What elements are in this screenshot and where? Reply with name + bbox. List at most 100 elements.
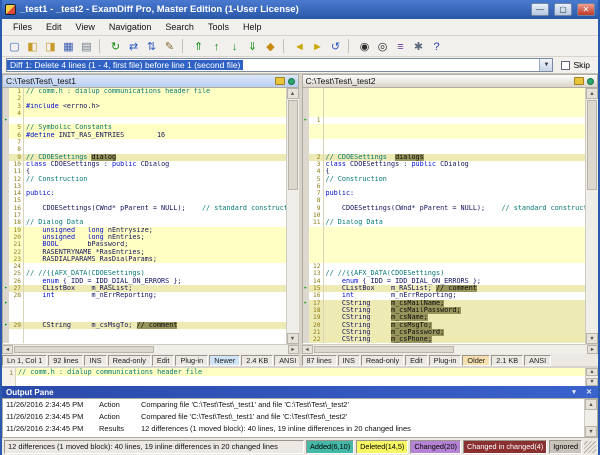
output-row[interactable]: 11/26/2016 2:34:45 PMActionCompared file… [3, 411, 584, 423]
scroll-up-icon[interactable]: ▲ [586, 368, 598, 376]
right-code-area[interactable]: ▸1 2// CDOESettings dialogs3class CDOESet… [302, 88, 586, 344]
folder-icon[interactable] [574, 77, 584, 85]
code-line[interactable]: 5// Symbolic Constants [3, 124, 286, 131]
scroll-up-icon[interactable]: ▲ [287, 88, 299, 99]
code-line[interactable]: 20 unsigned long nEntries; [3, 234, 286, 241]
close-icon[interactable]: ✕ [584, 388, 594, 396]
help-icon[interactable]: ? [428, 38, 445, 55]
recompare-icon[interactable]: ↻ [107, 38, 124, 55]
pin-icon[interactable]: ▾ [569, 388, 579, 396]
code-line[interactable]: 28 int m_nErrReporting; [3, 292, 286, 299]
scroll-left-icon[interactable]: ◄ [2, 345, 13, 354]
code-line[interactable]: 2 [3, 95, 286, 102]
code-line[interactable] [303, 132, 586, 139]
code-line[interactable]: 23 RASDIALPARAMS RasDialParams; [3, 256, 286, 263]
scroll-up-icon[interactable]: ▲ [586, 88, 598, 99]
scroll-up-icon[interactable]: ▲ [585, 399, 597, 410]
code-line[interactable]: 26 enum { IDD = IDD_DIAL_ON_ERRORS }; [3, 278, 286, 285]
current-diff-icon[interactable]: ◆ [262, 38, 279, 55]
menu-files[interactable]: Files [6, 20, 39, 34]
scroll-down-icon[interactable]: ▼ [585, 426, 597, 437]
code-line[interactable] [303, 249, 586, 256]
menu-search[interactable]: Search [158, 20, 201, 34]
sync-scroll-icon[interactable]: ⇅ [143, 38, 160, 55]
code-line[interactable]: 6#define INIT_RAS_ENTRIES 16 [3, 132, 286, 139]
code-line[interactable]: 11{ [3, 168, 286, 175]
code-line[interactable] [303, 227, 586, 234]
code-line[interactable]: 20 CString m_csMsgTo; [303, 322, 586, 329]
code-line[interactable]: ▸17 CString m_csMailName; [303, 300, 586, 307]
scroll-down-icon[interactable]: ▼ [287, 333, 299, 344]
code-line[interactable] [303, 124, 586, 131]
menu-tools[interactable]: Tools [201, 20, 236, 34]
right-horizontal-scrollbar[interactable]: ◄ ► [302, 344, 599, 354]
menu-view[interactable]: View [69, 20, 102, 34]
code-line[interactable]: 21 CString m_csPassword; [303, 329, 586, 336]
code-line[interactable]: 16 int m_nErrReporting; [303, 292, 586, 299]
scroll-down-icon[interactable]: ▼ [586, 333, 598, 344]
print-icon[interactable]: ▤ [78, 38, 95, 55]
code-line[interactable]: 16 CDOESettings(CWnd* pParent = NULL); /… [3, 205, 286, 212]
left-hscroll-thumb[interactable] [14, 346, 154, 353]
code-line[interactable]: 19 CString m_csName; [303, 314, 586, 321]
open-left-icon[interactable]: ◧ [24, 38, 41, 55]
code-line[interactable]: 13// //{{AFX_DATA(CDOESettings) [303, 270, 586, 277]
right-file-header[interactable]: C:\Test\Test\_test2 [302, 74, 599, 88]
code-line[interactable]: 14 enum { IDD = IDD_DIAL_ON_ERRORS }; [303, 278, 586, 285]
code-line[interactable] [3, 307, 286, 314]
code-line[interactable]: 4 [3, 110, 286, 117]
code-line[interactable] [303, 256, 586, 263]
close-button[interactable]: ✕ [577, 3, 595, 16]
options-icon[interactable]: ✱ [410, 38, 427, 55]
chevron-down-icon[interactable]: ▼ [539, 59, 552, 71]
skip-checkbox[interactable] [561, 61, 570, 70]
minimize-button[interactable]: — [531, 3, 549, 16]
pin-icon[interactable] [587, 78, 594, 85]
code-line[interactable]: 22 CString m_csPhone; [303, 336, 586, 343]
swap-panes-icon[interactable]: ⇄ [125, 38, 142, 55]
code-line[interactable]: 12// Construction [3, 176, 286, 183]
code-line[interactable]: 15 [3, 197, 286, 204]
diff-selector-combobox[interactable]: Diff 1: Delete 4 lines (1 - 4, first fil… [6, 58, 553, 72]
copy-block-right-icon[interactable]: ► [309, 38, 326, 55]
output-scrollbar[interactable]: ▲ ▼ [584, 399, 597, 437]
code-line[interactable]: 9 CDOESettings(CWnd* pParent = NULL); //… [303, 205, 586, 212]
code-line[interactable] [303, 241, 586, 248]
find-icon[interactable]: ◉ [356, 38, 373, 55]
new-compare-icon[interactable]: ▢ [6, 38, 23, 55]
find-next-icon[interactable]: ◎ [374, 38, 391, 55]
code-line[interactable]: 10class CDOESettings : public CDialog [3, 161, 286, 168]
code-line[interactable]: 5// Construction [303, 176, 586, 183]
copy-block-left-icon[interactable]: ◄ [291, 38, 308, 55]
code-line[interactable]: ▸ [3, 300, 286, 307]
code-line[interactable] [303, 234, 586, 241]
pin-icon[interactable] [288, 78, 295, 85]
resize-grip[interactable] [584, 441, 596, 453]
code-line[interactable]: 8 [303, 197, 586, 204]
code-line[interactable]: 22 RASENTRYNAME *RasEntries; [3, 249, 286, 256]
code-line[interactable] [303, 95, 586, 102]
inspector-body[interactable]: // comm.h : dialup communications header… [16, 368, 585, 386]
code-line[interactable]: 18 CString m_csMailPassword; [303, 307, 586, 314]
show-differences-icon[interactable]: ≡ [392, 38, 409, 55]
menu-help[interactable]: Help [236, 20, 269, 34]
left-vertical-scrollbar[interactable]: ▲ ▼ [286, 88, 299, 344]
code-line[interactable]: 18// Dialog Data [3, 219, 286, 226]
open-right-icon[interactable]: ◨ [42, 38, 59, 55]
left-code-area[interactable]: 1// comm.h : dialup communications heade… [2, 88, 286, 344]
code-line[interactable] [3, 336, 286, 343]
undo-icon[interactable]: ↺ [327, 38, 344, 55]
last-diff-icon[interactable]: ⇓ [244, 38, 261, 55]
code-line[interactable]: 2// CDOESettings dialogs [303, 154, 586, 161]
code-line[interactable]: ▸1 [303, 117, 586, 124]
code-line[interactable]: 25// //{{AFX_DATA(CDOESettings) [3, 270, 286, 277]
code-line[interactable] [303, 88, 586, 95]
code-line[interactable] [303, 146, 586, 153]
code-line[interactable]: 3class CDOESettings : public CDialog [303, 161, 586, 168]
code-line[interactable] [3, 329, 286, 336]
code-line[interactable]: 7public: [303, 190, 586, 197]
right-vertical-scrollbar[interactable]: ▲ ▼ [585, 88, 598, 344]
right-hscroll-thumb[interactable] [314, 346, 454, 353]
code-line[interactable]: 7 [3, 139, 286, 146]
scroll-down-icon[interactable]: ▼ [586, 378, 598, 386]
